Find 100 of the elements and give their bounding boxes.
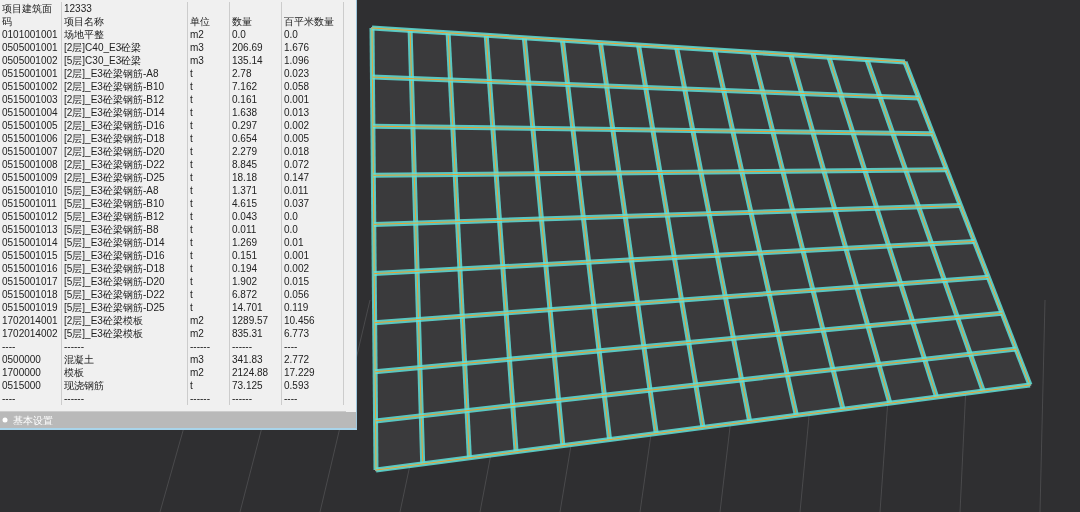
table-cell: 17.229	[282, 366, 344, 379]
code-cell: 0515001016	[0, 262, 62, 275]
table-cell: [2层]_E3砼梁钢筋-D14	[62, 106, 188, 119]
table-cell: 4.615	[230, 197, 282, 210]
table-cell: t	[188, 379, 230, 392]
table-cell: t	[188, 67, 230, 80]
table-cell: t	[188, 171, 230, 184]
table-cell: 0.0	[282, 223, 344, 236]
table-cell: [2层]_E3砼梁钢筋-D20	[62, 145, 188, 158]
table-cell: 0.151	[230, 249, 282, 262]
code-cell: 1702014002	[0, 327, 62, 340]
table-cell: [2层]_E3砼梁钢筋-D22	[62, 158, 188, 171]
table-cell: 10.456	[282, 314, 344, 327]
table-cell: m2	[188, 314, 230, 327]
table-cell: [5层]_E3砼梁钢筋-D16	[62, 249, 188, 262]
code-cell: 0515001001	[0, 67, 62, 80]
table-cell: 1.371	[230, 184, 282, 197]
table-cell: t	[188, 145, 230, 158]
table-cell: 0.001	[282, 249, 344, 262]
table-cell: 0.002	[282, 119, 344, 132]
table-cell: [5层]_E3砼梁钢筋-B10	[62, 197, 188, 210]
table-cell: t	[188, 93, 230, 106]
table-cell: 835.31	[230, 327, 282, 340]
table-cell: t	[188, 262, 230, 275]
table-cell: [5层]_E3砼梁钢筋-D25	[62, 301, 188, 314]
code-cell: 0515001018	[0, 288, 62, 301]
table-cell: 0.001	[282, 93, 344, 106]
table-cell: [5层]_E3砼梁钢筋-D20	[62, 275, 188, 288]
table-cell: 0.037	[282, 197, 344, 210]
code-cell: 0515001013	[0, 223, 62, 236]
table-cell: t	[188, 301, 230, 314]
table-cell: ------	[188, 340, 230, 353]
table-cell: 场地平整	[62, 28, 188, 41]
table-cell: 0.018	[282, 145, 344, 158]
table-cell: 8.845	[230, 158, 282, 171]
table-cell: t	[188, 119, 230, 132]
table-cell: [2层]_E3砼梁钢筋-B12	[62, 93, 188, 106]
table-cell: 0.161	[230, 93, 282, 106]
code-cell: 0515001014	[0, 236, 62, 249]
table-cell: 2.279	[230, 145, 282, 158]
table-cell: ------	[62, 392, 188, 405]
table-cell: 1.676	[282, 41, 344, 54]
table-cell: 项目名称	[62, 15, 188, 28]
table-cell: 0.297	[230, 119, 282, 132]
table-cell: 0.023	[282, 67, 344, 80]
code-cell: 0515001006	[0, 132, 62, 145]
table-cell: 2124.88	[230, 366, 282, 379]
code-cell: 0515001017	[0, 275, 62, 288]
table-cell: t	[188, 132, 230, 145]
code-cell: 项目建筑面	[0, 2, 62, 15]
table-cell: [5层]C30_E3砼梁	[62, 54, 188, 67]
table-cell: [2层]_E3砼梁模板	[62, 314, 188, 327]
table-cell: t	[188, 236, 230, 249]
table-cell: ------	[230, 340, 282, 353]
code-cell: 0515001015	[0, 249, 62, 262]
table-cell: 0.072	[282, 158, 344, 171]
table-cell: ----	[282, 340, 344, 353]
code-cell: 0515001011	[0, 197, 62, 210]
table-cell: 2.772	[282, 353, 344, 366]
table-cell: 0.005	[282, 132, 344, 145]
table-cell: t	[188, 184, 230, 197]
table-cell: 模板	[62, 366, 188, 379]
table-cell: 1.096	[282, 54, 344, 67]
table-cell: [5层]_E3砼梁钢筋-A8	[62, 184, 188, 197]
table-cell: t	[188, 106, 230, 119]
code-cell: 0515001002	[0, 80, 62, 93]
table-cell: [2层]C40_E3砼梁	[62, 41, 188, 54]
table-cell: [5层]_E3砼梁模板	[62, 327, 188, 340]
code-cell: 0515001004	[0, 106, 62, 119]
table-cell: 14.701	[230, 301, 282, 314]
table-cell: ------	[230, 392, 282, 405]
table-cell: 0.0	[282, 210, 344, 223]
table-cell: 0.015	[282, 275, 344, 288]
table-cell: [5层]_E3砼梁钢筋-D14	[62, 236, 188, 249]
table-cell: 单位	[188, 15, 230, 28]
table-cell: [2层]_E3砼梁钢筋-A8	[62, 67, 188, 80]
code-cell: ----	[0, 340, 62, 353]
table-cell: 0.011	[230, 223, 282, 236]
code-cell: 1702014001	[0, 314, 62, 327]
table-cell: 0.056	[282, 288, 344, 301]
table-cell: [2层]_E3砼梁钢筋-B10	[62, 80, 188, 93]
table-cell: 1.638	[230, 106, 282, 119]
table-cell: m3	[188, 353, 230, 366]
table-cell: [2层]_E3砼梁钢筋-D25	[62, 171, 188, 184]
table-cell: 0.002	[282, 262, 344, 275]
table-cell: m2	[188, 366, 230, 379]
code-cell: 0515001019	[0, 301, 62, 314]
table-cell: 0.0	[230, 28, 282, 41]
code-cell: 0505001001	[0, 41, 62, 54]
table-cell: 0.01	[282, 236, 344, 249]
code-cell: 1700000	[0, 366, 62, 379]
table-cell: 341.83	[230, 353, 282, 366]
table-cell: [5层]_E3砼梁钢筋-D18	[62, 262, 188, 275]
code-cell: 0515001007	[0, 145, 62, 158]
code-cell: 0515001012	[0, 210, 62, 223]
table-cell: m3	[188, 54, 230, 67]
table-cell: m3	[188, 41, 230, 54]
table-cell: [2层]_E3砼梁钢筋-D16	[62, 119, 188, 132]
table-cell: t	[188, 275, 230, 288]
table-cell: ------	[188, 392, 230, 405]
